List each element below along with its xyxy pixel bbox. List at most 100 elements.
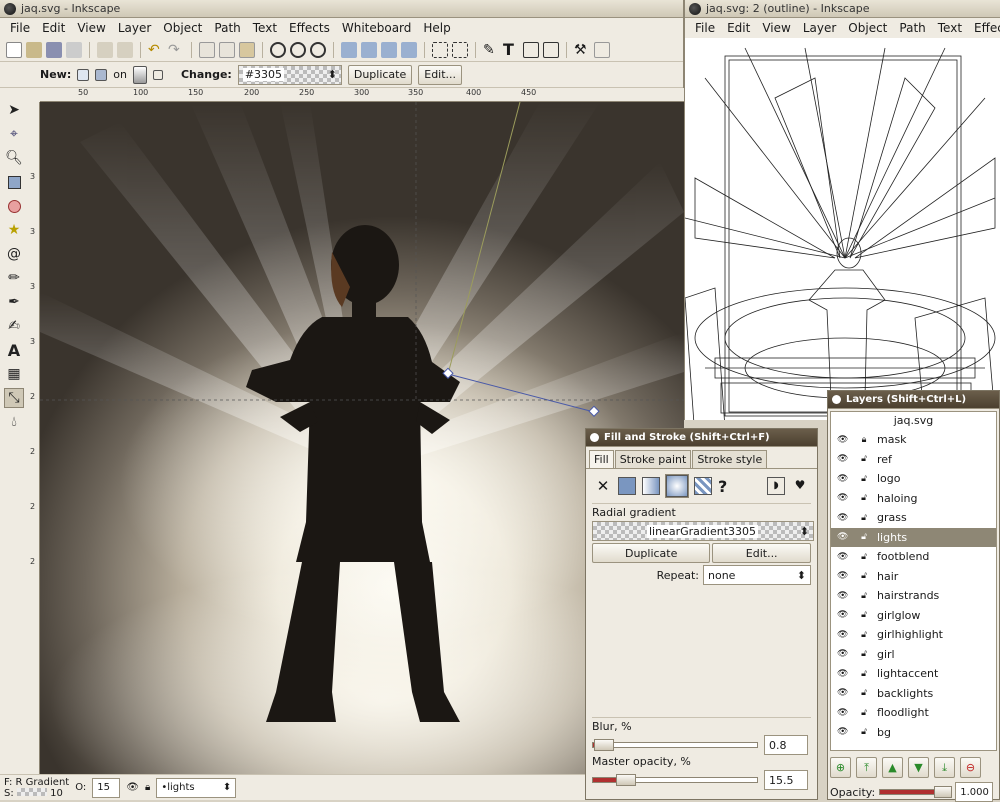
spray-tool-icon[interactable]: ▦ [4, 364, 24, 384]
rectangle-tool-icon[interactable] [4, 172, 24, 192]
layer-row[interactable]: 👁︎ 🔓︎ haloing [831, 489, 996, 509]
layer-row[interactable]: 👁︎ 🔓︎ hair [831, 567, 996, 587]
layer-opacity-slider[interactable] [879, 786, 953, 798]
layer-unlocked-icon[interactable]: 🔓︎ [851, 571, 877, 581]
new-linear-icon[interactable] [77, 68, 90, 81]
layer-visibility-icon[interactable]: 👁︎ [837, 727, 851, 737]
delete-layer-icon[interactable]: ⊖ [960, 757, 981, 778]
layer-row[interactable]: 👁︎ 🔓︎ lights [831, 527, 996, 547]
gradient-select[interactable]: #3305 ⬍ [237, 64, 342, 85]
layer-row[interactable]: 👁︎ 🔓︎ ref [831, 450, 996, 470]
menu-whiteboard[interactable]: Whiteboard [336, 21, 418, 35]
linear-gradient-icon[interactable] [642, 477, 660, 495]
zoom-page-icon[interactable] [310, 41, 326, 58]
flat-color-icon[interactable] [618, 477, 636, 495]
menu-text[interactable]: Text [932, 21, 968, 35]
layer-visibility-icon[interactable]: 👁︎ [837, 532, 851, 542]
no-paint-icon[interactable]: ✕ [594, 477, 612, 495]
text-tool-icon[interactable]: A [4, 340, 24, 360]
layer-unlocked-icon[interactable]: 🔓︎ [851, 649, 877, 659]
layer-unlocked-icon[interactable]: 🔓︎ [851, 688, 877, 698]
layer-row[interactable]: 👁︎ 🔓︎ lightaccent [831, 664, 996, 684]
layer-visibility-icon[interactable]: 👁︎ [837, 610, 851, 620]
import-icon[interactable] [97, 41, 113, 58]
evenodd-fill-icon[interactable]: ◗ [767, 477, 785, 495]
opacity-spinner[interactable]: 15 [92, 777, 121, 798]
layer-row[interactable]: 👁︎ 🔓︎ bg [831, 723, 996, 743]
layer-opacity-spinner[interactable]: 1.000 [955, 782, 994, 802]
layer-visibility-icon[interactable]: 👁︎ [837, 474, 851, 484]
gradient-edit-button[interactable]: Edit... [712, 543, 811, 563]
layer-row[interactable]: 👁︎ 🔓︎ girl [831, 645, 996, 665]
ellipse-tool-icon[interactable] [4, 196, 24, 216]
print-icon[interactable] [66, 41, 82, 58]
zoom-drawing-icon[interactable] [290, 41, 306, 58]
menu-view[interactable]: View [756, 21, 796, 35]
menu-path[interactable]: Path [893, 21, 931, 35]
star-tool-icon[interactable]: ★ [4, 220, 24, 240]
new-document-icon[interactable] [6, 41, 22, 58]
pattern-icon[interactable] [694, 477, 712, 495]
layer-locked-icon[interactable]: 🔒︎ [851, 435, 877, 445]
group-icon[interactable] [381, 41, 397, 58]
raise-layer-top-icon[interactable]: ⤒ [856, 757, 877, 778]
preferences-icon[interactable]: ⚒ [574, 42, 590, 58]
menu-file[interactable]: File [4, 21, 36, 35]
fill-stroke-title-bar[interactable]: Fill and Stroke (Shift+Ctrl+F) [586, 429, 817, 447]
menu-path[interactable]: Path [208, 21, 246, 35]
master-opacity-slider[interactable] [592, 774, 758, 786]
layer-visibility-icon[interactable]: 👁︎ [837, 669, 851, 679]
layer-unlocked-icon[interactable]: 🔓︎ [851, 493, 877, 503]
layer-visibility-icon[interactable]: 👁︎ [837, 649, 851, 659]
layer-unlocked-icon[interactable]: 🔓︎ [851, 532, 877, 542]
layer-unlocked-icon[interactable]: 🔓︎ [851, 474, 877, 484]
spiral-tool-icon[interactable]: @ [4, 244, 24, 264]
transform-icon[interactable] [452, 41, 468, 58]
layers-title-bar[interactable]: Layers (Shift+Ctrl+L) [828, 391, 999, 409]
layer-row[interactable]: 👁︎ 🔓︎ girlhighlight [831, 625, 996, 645]
layer-visibility-icon[interactable]: 👁︎ [837, 552, 851, 562]
lower-layer-bottom-icon[interactable]: ⤓ [934, 757, 955, 778]
tab-stroke-style[interactable]: Stroke style [692, 450, 768, 468]
layer-visibility-icon[interactable]: 👁︎ [837, 571, 851, 581]
master-opacity-slider-handle[interactable] [615, 774, 636, 786]
layer-row[interactable]: 👁︎ 🔓︎ grass [831, 508, 996, 528]
menu-object[interactable]: Object [157, 21, 208, 35]
lower-layer-icon[interactable]: ▼ [908, 757, 929, 778]
duplicate-icon[interactable] [341, 41, 357, 58]
menu-layer[interactable]: Layer [797, 21, 842, 35]
layer-visibility-icon[interactable]: 👁︎ [837, 688, 851, 698]
layer-unlocked-icon[interactable]: 🔓︎ [851, 513, 877, 523]
layer-unlocked-icon[interactable]: 🔓︎ [851, 630, 877, 640]
raise-layer-icon[interactable]: ▲ [882, 757, 903, 778]
layer-unlocked-icon[interactable]: 🔓︎ [851, 552, 877, 562]
blur-slider[interactable] [592, 739, 758, 751]
gradient-tool-icon[interactable]: ⤡ [4, 388, 24, 408]
paste-icon[interactable] [239, 41, 255, 58]
controls-duplicate-button[interactable]: Duplicate [347, 64, 413, 85]
layer-visibility-icon[interactable]: 👁︎ [837, 493, 851, 503]
fill-stroke-icon[interactable]: ✎ [483, 42, 499, 58]
on-fill-icon[interactable] [132, 65, 147, 84]
menu-effects[interactable]: Effects [283, 21, 336, 35]
layer-row[interactable]: 👁︎ 🔓︎ backlights [831, 684, 996, 704]
new-radial-icon[interactable] [95, 68, 108, 81]
align-icon[interactable] [432, 41, 448, 58]
layer-visibility-icon[interactable]: 👁︎ [837, 435, 851, 445]
add-layer-icon[interactable]: ⊕ [830, 757, 851, 778]
menu-object[interactable]: Object [842, 21, 893, 35]
layer-unlocked-icon[interactable]: 🔓︎ [851, 727, 877, 737]
layer-visibility-icon[interactable]: 👁︎ [837, 513, 851, 523]
layer-unlocked-icon[interactable]: 🔓︎ [851, 591, 877, 601]
main-title-bar[interactable]: jaq.svg - Inkscape [0, 0, 683, 18]
layer-row[interactable]: 👁︎ 🔓︎ hairstrands [831, 586, 996, 606]
layer-unlocked-icon[interactable]: 🔓︎ [851, 610, 877, 620]
menu-file[interactable]: File [689, 21, 721, 35]
node-tool-icon[interactable]: ⌖ [4, 124, 24, 144]
on-stroke-icon[interactable] [152, 69, 163, 80]
layer-row[interactable]: 👁︎ 🔓︎ logo [831, 469, 996, 489]
menu-edit[interactable]: Edit [36, 21, 71, 35]
layer-lock-icon[interactable]: 🔒︎ [145, 782, 150, 793]
blur-spinner[interactable]: 0.8 [764, 735, 808, 755]
redo-icon[interactable]: ↷ [168, 42, 184, 58]
